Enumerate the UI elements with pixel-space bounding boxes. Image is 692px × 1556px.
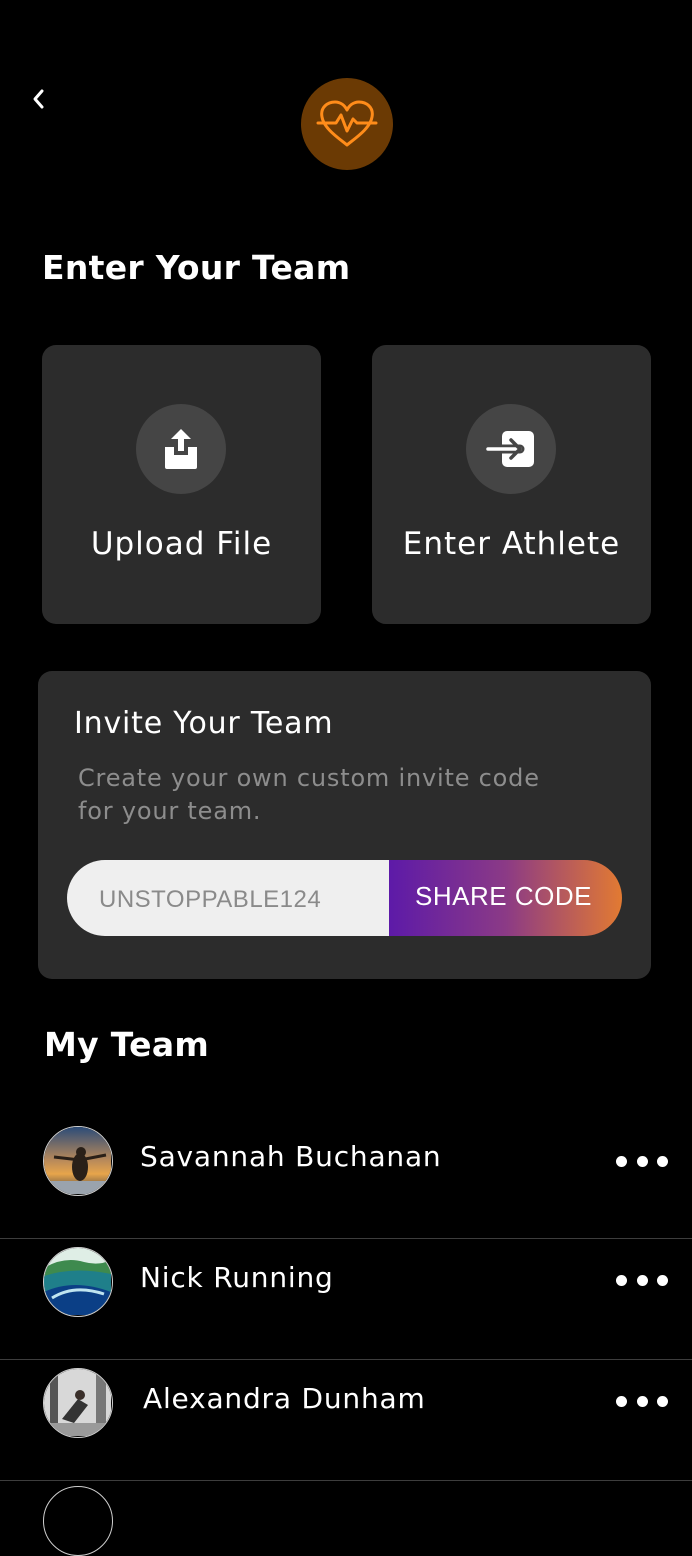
- upload-tray-icon: [165, 429, 197, 469]
- invite-code-row: SHARE CODE: [67, 860, 622, 936]
- team-member-row[interactable]: Nick Running: [0, 1239, 692, 1360]
- enter-athlete-label: Enter Athlete: [402, 526, 621, 562]
- more-dot-icon: [657, 1274, 668, 1286]
- more-options-button[interactable]: [616, 1267, 668, 1293]
- team-member-row[interactable]: Alexandra Dunham: [0, 1360, 692, 1481]
- invite-team-card: Invite Your Team Create your own custom …: [38, 671, 651, 979]
- more-dot-icon: [616, 1274, 627, 1286]
- enter-icon-circle: [466, 404, 556, 494]
- more-dot-icon: [616, 1395, 627, 1407]
- team-member-row[interactable]: Savannah Buchanan: [0, 1118, 692, 1239]
- my-team-title: My Team: [44, 1025, 210, 1064]
- upload-file-card[interactable]: Upload File: [42, 345, 321, 624]
- invite-title: Invite Your Team: [74, 706, 334, 741]
- avatar: [43, 1126, 113, 1196]
- member-name: Nick Running: [140, 1261, 334, 1294]
- enter-athlete-card[interactable]: Enter Athlete: [372, 345, 651, 624]
- heart-pulse-icon: [316, 100, 378, 147]
- enter-team-title: Enter Your Team: [42, 248, 351, 287]
- app-logo: [301, 78, 393, 170]
- avatar: [43, 1368, 113, 1438]
- more-dot-icon: [636, 1274, 648, 1286]
- avatar: [43, 1486, 113, 1556]
- more-dot-icon: [636, 1395, 648, 1407]
- more-dot-icon: [657, 1395, 668, 1407]
- enter-arrow-icon: [486, 431, 534, 467]
- more-dot-icon: [616, 1155, 627, 1167]
- more-dot-icon: [657, 1155, 668, 1167]
- upload-file-label: Upload File: [90, 526, 273, 562]
- more-dot-icon: [636, 1155, 648, 1167]
- more-options-button[interactable]: [616, 1388, 668, 1414]
- member-name: Savannah Buchanan: [140, 1140, 442, 1173]
- avatar: [43, 1247, 113, 1317]
- more-options-button[interactable]: [616, 1148, 668, 1174]
- back-button[interactable]: [24, 84, 54, 114]
- share-code-button[interactable]: SHARE CODE: [389, 860, 622, 936]
- chevron-left-icon: [33, 89, 44, 109]
- upload-icon-circle: [136, 404, 226, 494]
- invite-description: Create your own custom invite code for y…: [78, 764, 540, 825]
- member-name: Alexandra Dunham: [143, 1382, 426, 1415]
- invite-code-input[interactable]: [67, 860, 389, 936]
